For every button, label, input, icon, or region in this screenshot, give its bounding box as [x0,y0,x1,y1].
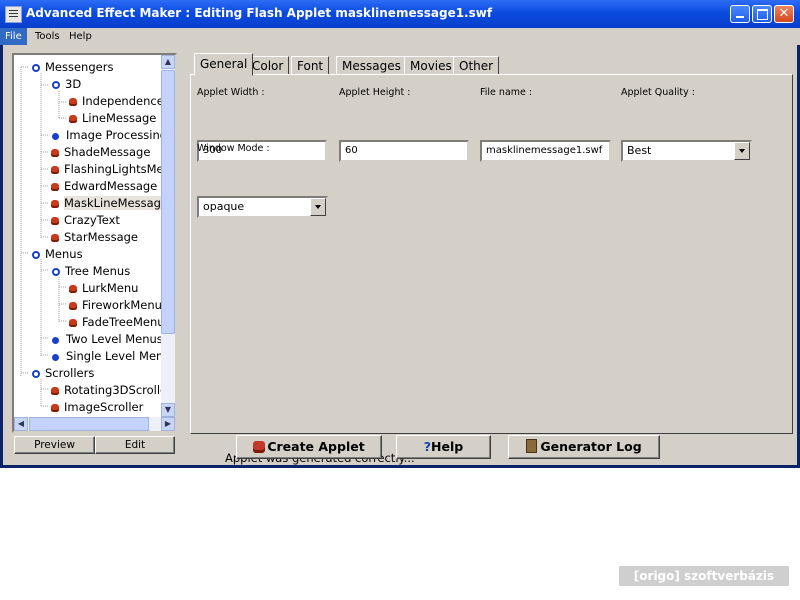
applet-width-label: Applet Width : [197,87,265,98]
folder-open-icon [32,251,40,259]
effect-item-icon [51,217,59,225]
effect-item-icon [69,115,77,123]
tree-item-fireworkmenu[interactable]: FireworkMenu [69,297,162,313]
effect-item-icon [51,200,59,208]
tree-horizontal-scrollbar[interactable]: ◀ ▶ [14,417,175,431]
tree-item-masklinemessage[interactable]: MaskLineMessag [51,195,161,211]
title-bar: Advanced Effect Maker : Editing Flash Ap… [0,0,800,28]
effect-item-icon [69,98,77,106]
scroll-thumb[interactable] [161,70,175,334]
create-applet-label: Create Applet [267,439,365,454]
create-applet-button[interactable]: Create Applet [236,435,382,459]
scroll-left-icon[interactable]: ◀ [14,417,28,431]
window-mode-select[interactable]: opaque [197,196,328,218]
effect-item-icon [51,183,59,191]
tree-item-messengers[interactable]: Messengers [31,59,113,75]
tree-item-tree-menus[interactable]: Tree Menus [51,263,130,279]
edit-button[interactable]: Edit [95,436,175,454]
folder-open-icon [52,268,60,276]
tree-item-crazytext[interactable]: CrazyText [51,212,120,228]
window-mode-label: Window Mode : [197,143,270,154]
tree-item-menus[interactable]: Menus [31,246,83,262]
tree-item-independencel[interactable]: Independencel [69,93,167,109]
effect-item-icon [51,234,59,242]
chevron-down-icon[interactable] [734,142,750,160]
folder-closed-icon [52,133,59,140]
tree-item-3d[interactable]: 3D [51,76,81,92]
applet-height-label: Applet Height : [339,87,411,98]
applet-quality-select[interactable]: Best [621,140,752,162]
effect-item-icon [51,404,59,412]
question-mark-icon: ? [423,439,432,454]
tree-item-scrollers[interactable]: Scrollers [31,365,94,381]
tree-item-single-level-menu[interactable]: Single Level Menu [51,348,171,364]
watermark-badge: [origo] szoftverbázis [619,566,789,586]
effect-item-icon [51,149,59,157]
scroll-icon [526,439,538,453]
scroll-thumb[interactable] [29,417,149,431]
preview-button[interactable]: Preview [14,436,95,454]
effect-item-icon [51,387,59,395]
tree-item-imagescroller[interactable]: ImageScroller [51,399,143,415]
applet-icon [253,441,266,453]
close-button[interactable]: ✕ [774,5,794,23]
folder-closed-icon [52,337,59,344]
minimize-button[interactable] [730,5,750,23]
app-icon[interactable] [5,6,22,23]
window-title: Advanced Effect Maker : Editing Flash Ap… [26,6,493,20]
close-icon: ✕ [778,6,790,21]
generator-log-label: Generator Log [540,439,642,454]
help-button[interactable]: ?Help [396,435,491,459]
tree-item-flashinglightsmessage[interactable]: FlashingLightsMe [51,161,164,177]
tree-vertical-scrollbar[interactable]: ▲ ▼ [161,55,175,417]
effect-item-icon [69,302,77,310]
folder-open-icon [32,64,40,72]
tab-other[interactable]: Other [453,56,500,75]
tree-item-image-processing[interactable]: Image Processing [51,127,167,143]
folder-closed-icon [52,354,59,361]
menu-file[interactable]: File [0,28,27,45]
main-client: Messengers 3D Independencel LineMessage … [3,45,797,465]
effect-item-icon [51,166,59,174]
chevron-down-icon[interactable] [310,198,326,216]
tab-font[interactable]: Font [291,56,330,75]
file-name-label: File name : [480,87,533,98]
maximize-button[interactable] [752,5,772,23]
tree-item-linemessage[interactable]: LineMessage [69,110,156,126]
tab-general[interactable]: General [194,53,254,76]
tree-item-lurkmenu[interactable]: LurkMenu [69,280,138,296]
app-window: Advanced Effect Maker : Editing Flash Ap… [0,0,800,468]
tab-movies[interactable]: Movies [404,56,458,75]
applet-height-field[interactable]: 60 [339,140,469,162]
folder-open-icon [52,81,60,89]
menu-tools[interactable]: Tools [30,28,65,45]
file-name-field[interactable]: masklinemessage1.swf [480,140,611,162]
tree-item-two-level-menus[interactable]: Two Level Menus [51,331,163,347]
scroll-up-icon[interactable]: ▲ [161,55,175,69]
tab-messages[interactable]: Messages [336,56,407,75]
tree-item-starmessage[interactable]: StarMessage [51,229,138,245]
effects-tree[interactable]: Messengers 3D Independencel LineMessage … [12,53,177,433]
effect-item-icon [69,285,77,293]
general-panel: Applet Width : 300 Applet Height : 60 Fi… [190,74,793,434]
menu-bar: File Tools Help [0,28,800,45]
tree-item-shademessage[interactable]: ShadeMessage [51,144,150,160]
tree-item-edwardmessage[interactable]: EdwardMessage [51,178,157,194]
generator-log-button[interactable]: Generator Log [508,435,660,459]
help-label: Help [431,439,464,454]
effect-item-icon [69,319,77,327]
tree-item-rotating3dscroller[interactable]: Rotating3DScrolle [51,382,167,398]
scroll-down-icon[interactable]: ▼ [161,403,175,417]
folder-open-icon [32,370,40,378]
scroll-right-icon[interactable]: ▶ [161,417,175,431]
window-mode-value: opaque [203,200,245,213]
applet-quality-label: Applet Quality : [621,87,695,98]
tree-item-fadetreemenu[interactable]: FadeTreeMenu [69,314,165,330]
menu-help[interactable]: Help [64,28,97,45]
applet-quality-value: Best [627,144,652,157]
